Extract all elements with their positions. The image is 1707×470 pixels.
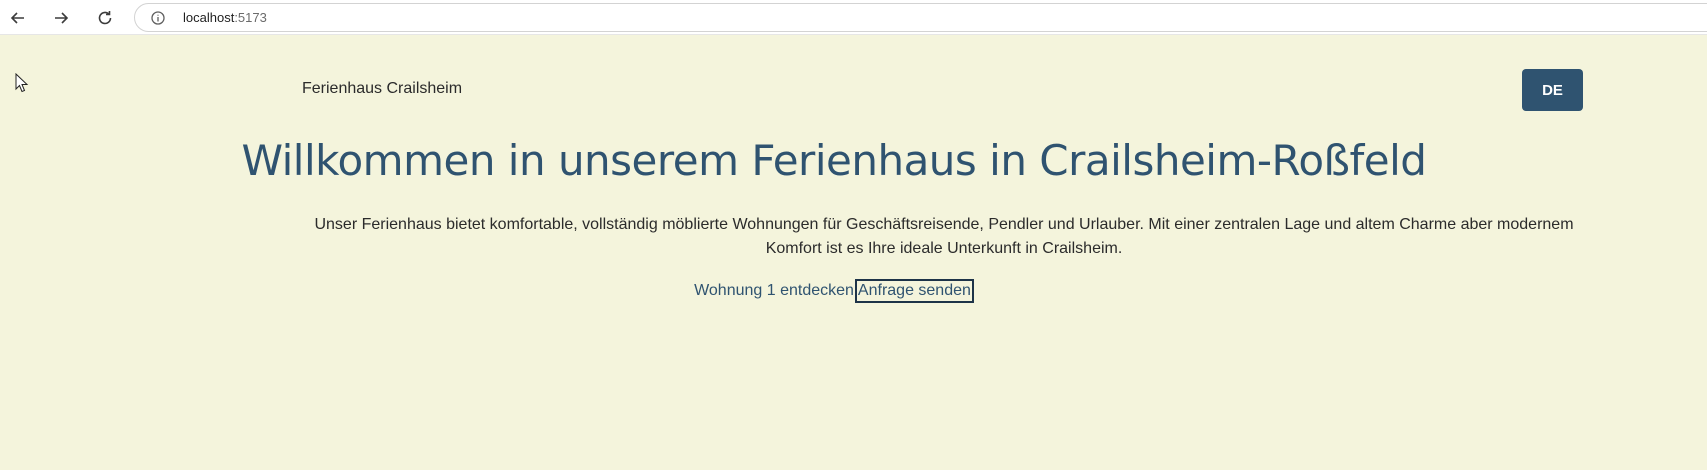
mouse-cursor-icon xyxy=(15,73,29,93)
page-title: Willkommen in unserem Ferienhaus in Crai… xyxy=(241,136,1427,185)
url-port: :5173 xyxy=(234,10,267,25)
browser-toolbar: localhost:5173 A xyxy=(0,0,1707,35)
reload-button[interactable] xyxy=(91,4,119,32)
arrow-left-icon xyxy=(10,12,24,24)
forward-button[interactable] xyxy=(47,4,75,32)
cta-links: Wohnung 1 entdecken Anfrage senden xyxy=(0,279,1668,303)
url-text[interactable]: localhost:5173 xyxy=(183,10,267,25)
discover-apartment-link[interactable]: Wohnung 1 entdecken xyxy=(694,282,854,300)
send-inquiry-link[interactable]: Anfrage senden xyxy=(854,279,974,303)
back-button[interactable] xyxy=(4,4,32,32)
address-bar[interactable]: localhost:5173 A xyxy=(134,3,1707,32)
url-host: localhost xyxy=(183,10,235,25)
language-button[interactable]: DE xyxy=(1522,69,1583,111)
info-circle-icon[interactable] xyxy=(151,11,165,25)
hero-description: Unser Ferienhaus bietet komfortable, vol… xyxy=(314,216,1574,257)
arrow-right-icon xyxy=(55,12,69,24)
reload-icon xyxy=(98,11,112,25)
site-brand[interactable]: Ferienhaus Crailsheim xyxy=(302,80,462,98)
